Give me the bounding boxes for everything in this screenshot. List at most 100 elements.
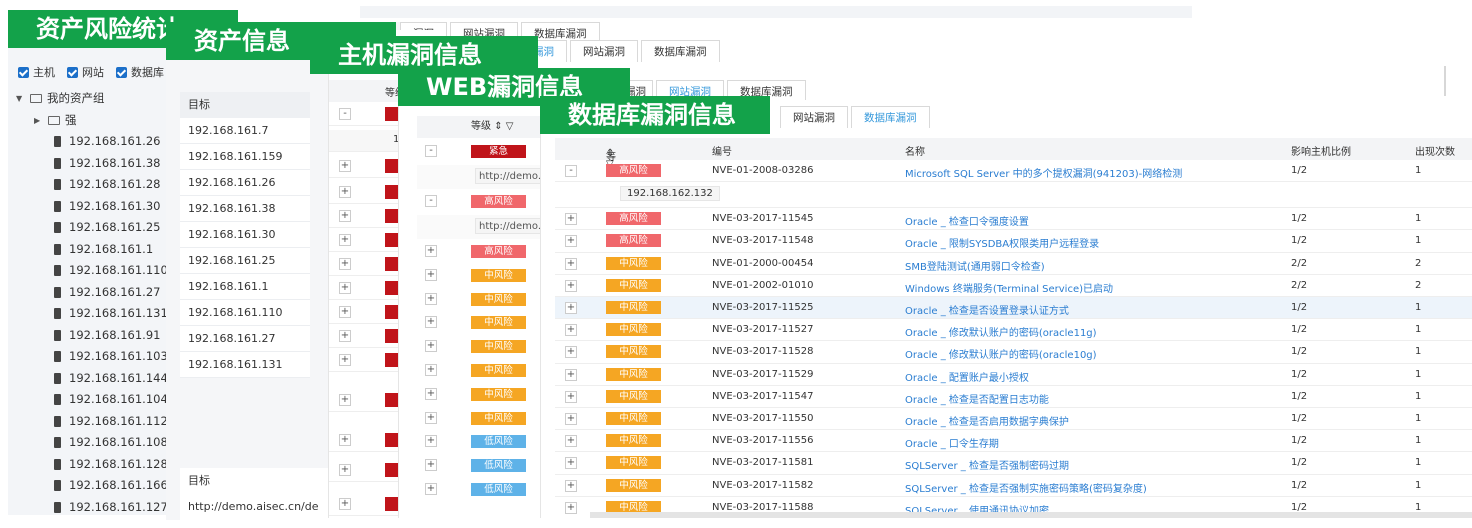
vuln-name-link[interactable]: Oracle _ 检查是否设置登录认证方式	[905, 302, 1069, 317]
expand-icon[interactable]: +	[565, 346, 577, 359]
expand-icon[interactable]: +	[565, 413, 577, 425]
expand-icon[interactable]: +	[339, 330, 351, 342]
horizontal-scrollbar[interactable]	[590, 512, 1472, 518]
target-row[interactable]: 192.168.161.7	[180, 118, 310, 144]
collapse-icon[interactable]: -	[425, 195, 437, 207]
target-row[interactable]: 192.168.161.25	[180, 248, 310, 274]
expand-icon[interactable]: +	[565, 390, 577, 403]
target-row[interactable]: 192.168.161.26	[180, 170, 310, 196]
expand-icon[interactable]: +	[565, 435, 577, 448]
expand-icon[interactable]: +	[565, 279, 577, 292]
tab-web-vuln[interactable]: 网站漏洞	[570, 40, 638, 62]
filter-host[interactable]: 主机	[18, 64, 55, 80]
web-vuln-row[interactable]: http://demo.	[417, 215, 558, 239]
expand-icon[interactable]: +	[425, 340, 437, 353]
expand-icon[interactable]: +	[339, 234, 351, 246]
web-vuln-row[interactable]: + 中风险	[417, 335, 558, 359]
vuln-name-link[interactable]: Oracle _ 检查是否启用数据字典保护	[905, 413, 1069, 428]
target-row[interactable]: 192.168.161.38	[180, 196, 310, 222]
caret-right-icon[interactable]: ▶	[34, 110, 48, 132]
vuln-name-link[interactable]: Oracle _ 限制SYSDBA权限类用户远程登录	[905, 235, 1099, 250]
web-vuln-row[interactable]: + 中风险	[417, 288, 558, 312]
vuln-name-link[interactable]: Oracle _ 配置账户最小授权	[905, 369, 1029, 384]
web-vuln-row[interactable]: - 紧急	[417, 140, 558, 164]
db-vuln-row[interactable]: + 高风险 NVE-03-2017-11545 Oracle _ 检查口令强度设置 1/…	[555, 208, 1472, 231]
filter-database[interactable]: 数据库	[116, 64, 164, 80]
web-vuln-row[interactable]: + 中风险	[417, 311, 558, 335]
expand-icon[interactable]: +	[425, 459, 437, 472]
vuln-name-link[interactable]: Oracle _ 检查是否配置日志功能	[905, 391, 1049, 406]
target-row[interactable]: 192.168.161.30	[180, 222, 310, 248]
db-vuln-row[interactable]: + 中风险 NVE-03-2017-11556 Oracle _ 口令生存期 1/2 1	[555, 430, 1472, 453]
web-vuln-row[interactable]: + 中风险	[417, 264, 558, 288]
expanded-ip[interactable]: 192.168.162.132	[620, 186, 720, 202]
expand-icon[interactable]: +	[565, 324, 577, 337]
expand-icon[interactable]: +	[425, 483, 437, 495]
expand-icon[interactable]: +	[565, 213, 577, 226]
tab-db-vuln[interactable]: 数据库漏洞	[641, 40, 720, 62]
collapse-icon[interactable]: -	[425, 145, 437, 157]
expand-icon[interactable]: +	[565, 501, 577, 514]
expand-icon[interactable]: +	[425, 435, 437, 448]
filter-website[interactable]: 网站	[67, 64, 104, 80]
vuln-name-link[interactable]: SMB登陆测试(通用弱口令检查)	[905, 258, 1045, 273]
expand-icon[interactable]: +	[339, 498, 351, 510]
web-vuln-row[interactable]: + 高风险	[417, 240, 558, 264]
db-vuln-row[interactable]: + 中风险 NVE-03-2017-11525 Oracle _ 检查是否设置登录认证…	[555, 297, 1472, 320]
caret-down-icon[interactable]: ▼	[16, 88, 30, 110]
expand-icon[interactable]: +	[565, 368, 577, 381]
db-vuln-row[interactable]: + 高风险 NVE-03-2017-11548 Oracle _ 限制SYSDBA权限…	[555, 230, 1472, 253]
checkbox-checked-icon[interactable]	[18, 66, 29, 78]
tab-web-vuln-3[interactable]: 网站漏洞	[780, 106, 848, 128]
web-url-cell[interactable]: http://demo.	[475, 218, 545, 234]
web-vuln-row[interactable]: http://demo.	[417, 165, 558, 189]
db-vuln-row[interactable]: + 中风险 NVE-01-2000-00454 SMB登陆测试(通用弱口令检查) 2/2…	[555, 253, 1472, 275]
web-url-cell[interactable]: http://demo.	[475, 168, 545, 184]
db-vuln-row[interactable]: + 中风险 NVE-03-2017-11528 Oracle _ 修改默认账户的密码(…	[555, 341, 1472, 364]
expand-icon[interactable]: +	[339, 464, 351, 476]
expand-icon[interactable]: +	[425, 387, 437, 400]
collapse-icon[interactable]: -	[565, 165, 577, 177]
sort-filter-icon[interactable]: ⇕ ▽	[494, 121, 513, 132]
db-vuln-row[interactable]: + 中风险 NVE-03-2017-11547 Oracle _ 检查是否配置日志功能…	[555, 386, 1472, 408]
expand-icon[interactable]: +	[339, 354, 351, 366]
expand-icon[interactable]: +	[565, 235, 577, 248]
tab-db-vuln-active[interactable]: 数据库漏洞	[851, 106, 930, 128]
target-row[interactable]: 192.168.161.110	[180, 300, 310, 326]
expand-icon[interactable]: +	[339, 258, 351, 270]
db-vuln-row[interactable]: + 中风险 NVE-03-2017-11581 SQLServer _ 检查是否强制密…	[555, 452, 1472, 475]
target-row[interactable]: 192.168.161.1	[180, 274, 310, 300]
web-vuln-row[interactable]: + 中风险	[417, 383, 558, 407]
db-vuln-row[interactable]: + 中风险 NVE-03-2017-11582 SQLServer _ 检查是否强制实…	[555, 475, 1472, 497]
web-vuln-row[interactable]: + 低风险	[417, 430, 558, 454]
vuln-name-link[interactable]: SQLServer _ 检查是否强制实施密码策略(密码复杂度)	[905, 480, 1147, 495]
vuln-name-link[interactable]: Oracle _ 修改默认账户的密码(oracle10g)	[905, 346, 1097, 361]
expand-icon[interactable]: +	[425, 268, 437, 281]
expand-icon[interactable]: +	[339, 160, 351, 172]
expand-icon[interactable]: +	[339, 210, 351, 222]
expand-icon[interactable]: +	[565, 457, 577, 470]
expand-icon[interactable]: +	[339, 394, 351, 406]
vuln-name-link[interactable]: SQLServer _ 检查是否强制密码过期	[905, 457, 1069, 472]
checkbox-checked-icon[interactable]	[67, 66, 78, 78]
db-vuln-row[interactable]: + 中风险 NVE-03-2017-11550 Oracle _ 检查是否启用数据字典…	[555, 408, 1472, 431]
web-vuln-row[interactable]: + 低风险	[417, 454, 558, 478]
web-vuln-row[interactable]: + 中风险	[417, 407, 558, 431]
vuln-name-link[interactable]: Windows 终端服务(Terminal Service)已启动	[905, 280, 1113, 295]
db-vuln-row[interactable]: + 中风险 NVE-03-2017-11529 Oracle _ 配置账户最小授权 1/…	[555, 364, 1472, 386]
expand-icon[interactable]: +	[425, 364, 437, 376]
vuln-name-link[interactable]: Microsoft SQL Server 中的多个提权漏洞(941203)-网络…	[905, 165, 1182, 180]
vuln-name-link[interactable]: Oracle _ 检查口令强度设置	[905, 213, 1029, 228]
expand-icon[interactable]: +	[425, 316, 437, 329]
expand-icon[interactable]: +	[339, 186, 351, 198]
target-row[interactable]: 192.168.161.27	[180, 326, 310, 352]
expand-icon[interactable]: +	[425, 292, 437, 305]
vuln-name-link[interactable]: Oracle _ 口令生存期	[905, 435, 999, 450]
web-vuln-row[interactable]: + 中风险	[417, 359, 558, 383]
web-vuln-row[interactable]: - 高风险	[417, 190, 558, 214]
target-row[interactable]: 192.168.161.159	[180, 144, 310, 170]
db-vuln-row[interactable]: + 中风险 NVE-03-2017-11527 Oracle _ 修改默认账户的密码(…	[555, 319, 1472, 342]
vuln-name-link[interactable]: Oracle _ 修改默认账户的密码(oracle11g)	[905, 324, 1097, 339]
expand-icon[interactable]: +	[565, 257, 577, 270]
expand-icon[interactable]: +	[339, 306, 351, 318]
